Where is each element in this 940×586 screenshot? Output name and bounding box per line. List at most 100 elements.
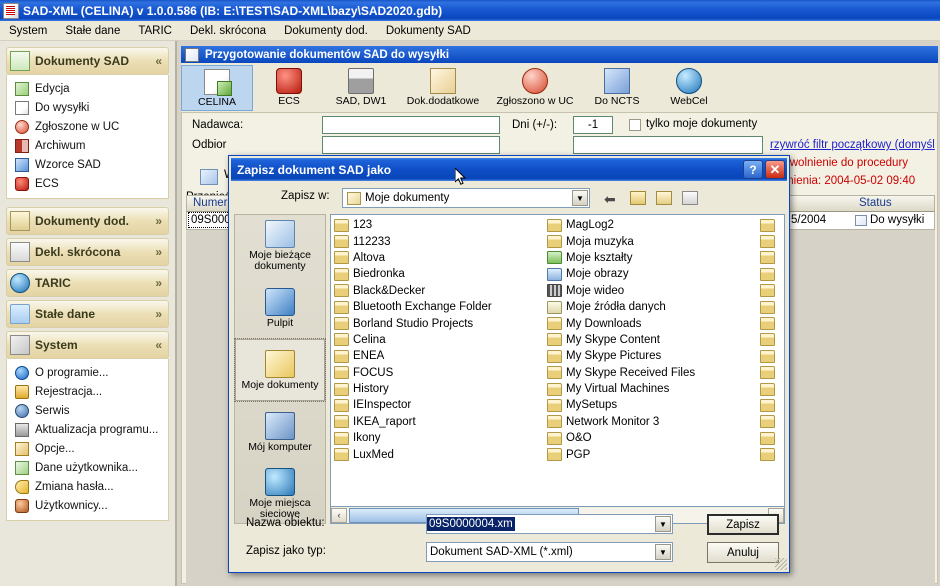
place-moje-biezace-dokumenty[interactable]: Moje bieżące dokumenty (235, 215, 325, 277)
resize-grip[interactable] (775, 558, 787, 570)
toolbar-button-do-ncts[interactable]: Do NCTS (581, 65, 653, 111)
chevron-down-icon[interactable]: ▼ (572, 190, 588, 206)
file-list-item[interactable]: Moje wideo (547, 283, 760, 299)
file-list-item[interactable]: ENEA (334, 348, 547, 364)
file-list-item[interactable]: Black&Decker (334, 283, 547, 299)
file-list-item[interactable] (760, 332, 784, 348)
menu-item-dokumenty-sad[interactable]: Dokumenty SAD (377, 23, 480, 39)
chevron-up-icon[interactable]: « (155, 338, 162, 352)
chevron-down-icon[interactable]: » (155, 214, 162, 228)
file-list-item[interactable] (760, 315, 784, 331)
sidebar[interactable]: Dokumenty SAD « Edycja Do wysyłki Zgłosz… (0, 41, 177, 586)
form-toolbar[interactable]: CELINA ECS SAD, DW1 Dok.dodatkowe Zgłosz… (181, 63, 938, 113)
file-list-item[interactable]: My Skype Pictures (547, 348, 760, 364)
back-button[interactable]: ⬅ (601, 188, 623, 208)
place-moje-dokumenty[interactable]: Moje dokumenty (234, 338, 326, 402)
file-list-item[interactable]: 112233 (334, 233, 547, 249)
sidebar-item-do-wysylki[interactable]: Do wysyłki (7, 98, 168, 117)
file-list-item[interactable]: IEInspector (334, 397, 547, 413)
sidebar-group-dokumenty-sad[interactable]: Dokumenty SAD « (6, 47, 169, 75)
file-list-item[interactable]: MagLog2 (547, 217, 760, 233)
toolbar-button-webcel[interactable]: WebCel (653, 65, 725, 111)
file-list-item[interactable] (760, 266, 784, 282)
file-list-item[interactable]: My Skype Content (547, 332, 760, 348)
file-list-item[interactable]: Moje źródła danych (547, 299, 760, 315)
chevron-down-icon[interactable]: » (155, 307, 162, 321)
place-moj-komputer[interactable]: Mój komputer (235, 401, 325, 463)
menu-item-system[interactable]: System (0, 23, 56, 39)
sidebar-item-uzytkownicy[interactable]: Użytkownicy... (7, 496, 168, 515)
file-list-item[interactable]: Altova (334, 250, 547, 266)
reset-filter-link[interactable]: rzywróć filtr początkowy (domyśl (770, 139, 935, 151)
file-list-item[interactable] (760, 217, 784, 233)
sidebar-group-system[interactable]: System « (6, 331, 169, 359)
sidebar-item-wzorce-sad[interactable]: Wzorce SAD (7, 155, 168, 174)
file-list-item[interactable]: LuxMed (334, 446, 547, 462)
sidebar-item-o-programie[interactable]: O programie... (7, 363, 168, 382)
toolbar-button-sad-dw1[interactable]: SAD, DW1 (325, 65, 397, 111)
scroll-left-button[interactable]: ‹ (331, 507, 347, 523)
up-button[interactable] (627, 188, 649, 208)
toolbar-button-celina[interactable]: CELINA (181, 65, 253, 111)
grid-column-status[interactable]: Status (859, 197, 892, 209)
file-list-item[interactable]: MySetups (547, 397, 760, 413)
menu-item-stale-dane[interactable]: Stałe dane (56, 23, 129, 39)
odbiorca-input[interactable] (322, 136, 500, 154)
menu-item-taric[interactable]: TARIC (129, 23, 181, 39)
toolbar-button-dok-dodatkowe[interactable]: Dok.dodatkowe (397, 65, 489, 111)
file-list-item[interactable]: 123 (334, 217, 547, 233)
sidebar-group-dokumenty-dod[interactable]: Dokumenty dod. » (6, 207, 169, 235)
sidebar-item-dane-uzytkownika[interactable]: Dane użytkownika... (7, 458, 168, 477)
chevron-down-icon[interactable]: ▼ (655, 544, 671, 560)
file-list-item[interactable] (760, 414, 784, 430)
file-list-item[interactable] (760, 430, 784, 446)
file-list-item[interactable]: Moje kształty (547, 250, 760, 266)
menu-item-dekl-skrocona[interactable]: Dekl. skrócona (181, 23, 275, 39)
file-list-item[interactable] (760, 250, 784, 266)
copy-icon[interactable] (200, 169, 218, 185)
file-list-item[interactable]: My Skype Received Files (547, 365, 760, 381)
file-list-item[interactable] (760, 365, 784, 381)
file-list-item[interactable]: History (334, 381, 547, 397)
tylko-moje-checkbox[interactable] (629, 119, 641, 131)
cancel-button[interactable]: Anuluj (707, 542, 779, 563)
file-list-item[interactable]: Biedronka (334, 266, 547, 282)
file-list-item[interactable]: Moja muzyka (547, 233, 760, 249)
new-folder-button[interactable] (653, 188, 675, 208)
save-dialog[interactable]: Zapisz dokument SAD jako ? ✕ Zapisz w: M… (228, 155, 790, 573)
file-list-item[interactable] (760, 233, 784, 249)
file-list-item[interactable]: PGP (547, 446, 760, 462)
nadawca-input[interactable] (322, 116, 500, 134)
views-button[interactable] (679, 188, 701, 208)
file-list-item[interactable]: Celina (334, 332, 547, 348)
look-in-combo[interactable]: Moje dokumenty ▼ (342, 188, 590, 208)
sidebar-item-ecs[interactable]: ECS (7, 174, 168, 193)
sidebar-item-serwis[interactable]: Serwis (7, 401, 168, 420)
dni-input[interactable]: -1 (573, 116, 613, 134)
menu-item-dokumenty-dod[interactable]: Dokumenty dod. (275, 23, 377, 39)
grid-column-numer[interactable]: Numer (193, 197, 228, 209)
file-list-item[interactable] (760, 397, 784, 413)
file-list-item[interactable]: Moje obrazy (547, 266, 760, 282)
filetype-select[interactable]: Dokument SAD-XML (*.xml) ▼ (426, 542, 673, 562)
place-moje-miejsca-sieciowe[interactable]: Moje miejsca sieciowe (235, 463, 325, 525)
sidebar-group-taric[interactable]: TARIC » (6, 269, 169, 297)
close-icon[interactable]: ✕ (765, 160, 785, 179)
chevron-down-icon[interactable]: » (155, 276, 162, 290)
file-list-item[interactable]: Borland Studio Projects (334, 315, 547, 331)
file-list-item[interactable]: My Virtual Machines (547, 381, 760, 397)
secondary-input[interactable] (573, 136, 763, 154)
places-bar[interactable]: Moje bieżące dokumenty Pulpit Moje dokum… (234, 214, 326, 524)
file-list-item[interactable] (760, 446, 784, 462)
sidebar-item-aktualizacja[interactable]: Aktualizacja programu... (7, 420, 168, 439)
file-list-item[interactable]: O&O (547, 430, 760, 446)
save-button[interactable]: Zapisz (707, 514, 779, 535)
menubar[interactable]: System Stałe dane TARIC Dekl. skrócona D… (0, 21, 940, 41)
file-list-item[interactable]: IKEA_raport (334, 414, 547, 430)
chevron-up-icon[interactable]: « (155, 54, 162, 68)
file-list-item[interactable] (760, 381, 784, 397)
file-list-item[interactable]: My Downloads (547, 315, 760, 331)
sidebar-group-dekl-skrocona[interactable]: Dekl. skrócona » (6, 238, 169, 266)
file-list-item[interactable]: Ikony (334, 430, 547, 446)
file-list-item[interactable]: FOCUS (334, 365, 547, 381)
